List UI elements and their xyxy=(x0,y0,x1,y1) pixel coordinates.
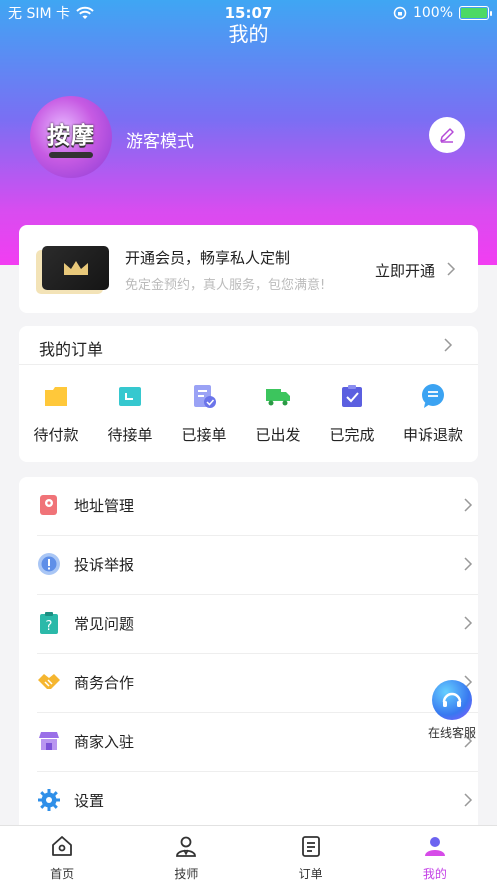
vip-banner[interactable]: 开通会员，畅享私人定制 免定金预约，真人服务，包您满意! 立即开通 xyxy=(19,225,478,313)
shop-icon xyxy=(39,732,59,750)
svg-text:?: ? xyxy=(46,619,53,634)
chevron-right-icon xyxy=(464,498,473,512)
order-status-label: 待接单 xyxy=(107,426,153,444)
handshake-icon xyxy=(38,674,60,689)
menu-item-label: 投诉举报 xyxy=(74,556,135,574)
order-icon xyxy=(301,836,320,857)
order-status-accepted[interactable]: 已接单 xyxy=(167,382,241,445)
menu-item-label: 商务合作 xyxy=(74,674,135,692)
accepted-icon xyxy=(194,385,216,408)
tab-technician[interactable]: 技师 xyxy=(124,826,248,883)
divider xyxy=(19,364,478,365)
order-status-pending-accept[interactable]: 待接单 xyxy=(93,382,167,445)
chat-icon xyxy=(422,384,444,408)
location-icon xyxy=(40,495,57,515)
vip-open-button[interactable]: 立即开通 xyxy=(375,260,435,281)
question-icon: ? xyxy=(40,612,58,634)
truck-icon xyxy=(266,389,290,406)
technician-icon xyxy=(176,836,197,857)
menu-item-settings[interactable]: 设置 xyxy=(19,772,478,831)
orders-header[interactable]: 我的订单 xyxy=(39,336,103,360)
wallet-icon xyxy=(45,387,67,406)
tab-label: 技师 xyxy=(174,867,199,881)
chevron-right-icon xyxy=(464,557,473,571)
menu-item-label: 地址管理 xyxy=(74,497,135,515)
menu-item-complaint[interactable]: 投诉举报 xyxy=(19,536,478,595)
menu-item-merchant[interactable]: 商家入驻 xyxy=(19,713,478,772)
pencil-icon xyxy=(440,128,454,143)
tab-label: 首页 xyxy=(50,867,75,881)
my-orders-panel: 我的订单 待付款 待接单 已接单 已出发 已完成 申诉退款 xyxy=(19,326,478,462)
order-status-pending-payment[interactable]: 待付款 xyxy=(19,382,93,445)
page-title: 我的 xyxy=(228,22,269,46)
chevron-right-icon xyxy=(464,616,473,630)
online-customer-service-button[interactable]: 在线客服 xyxy=(422,680,482,741)
order-status-departed[interactable]: 已出发 xyxy=(241,382,315,445)
customer-service-label: 在线客服 xyxy=(427,726,476,740)
menu-item-business[interactable]: 商务合作 xyxy=(19,654,478,713)
tab-label: 订单 xyxy=(298,867,323,881)
pending-icon xyxy=(119,387,141,406)
gear-icon xyxy=(38,789,60,811)
avatar[interactable]: 按摩 xyxy=(30,96,112,178)
order-status-label: 已完成 xyxy=(329,426,375,444)
tab-profile[interactable]: 我的 xyxy=(373,826,497,883)
chevron-right-icon xyxy=(464,793,473,807)
menu-item-label: 常见问题 xyxy=(74,615,135,633)
avatar-logo-text: 按摩 xyxy=(47,123,95,149)
menu-item-faq[interactable]: ? 常见问题 xyxy=(19,595,478,654)
chevron-right-icon xyxy=(447,262,456,276)
home-icon xyxy=(52,836,73,856)
vip-subtitle: 免定金预约，真人服务，包您满意! xyxy=(125,278,326,293)
report-icon xyxy=(38,553,60,575)
vip-title: 开通会员，畅享私人定制 xyxy=(125,249,291,267)
tab-orders[interactable]: 订单 xyxy=(249,826,373,883)
order-status-refund[interactable]: 申诉退款 xyxy=(396,382,470,445)
settings-menu: 地址管理 投诉举报 ? 常见问题 商务合作 商家入驻 设置 xyxy=(19,477,478,827)
nickname[interactable]: 游客模式 xyxy=(126,127,194,152)
order-status-label: 申诉退款 xyxy=(402,426,463,444)
avatar-logo-bar xyxy=(49,152,93,158)
headset-icon xyxy=(432,680,472,720)
order-status-label: 已出发 xyxy=(255,426,301,444)
menu-item-label: 设置 xyxy=(74,792,105,810)
profile-icon xyxy=(424,837,445,856)
completed-icon xyxy=(342,385,362,407)
crown-icon xyxy=(63,261,88,275)
chevron-right-icon[interactable] xyxy=(443,338,453,352)
bottom-tab-bar: 首页 技师 订单 我的 xyxy=(0,825,497,883)
menu-item-label: 商家入驻 xyxy=(74,733,135,751)
order-status-completed[interactable]: 已完成 xyxy=(315,382,389,445)
edit-profile-button[interactable] xyxy=(429,117,465,153)
menu-item-address[interactable]: 地址管理 xyxy=(19,477,478,536)
order-status-label: 待付款 xyxy=(33,426,79,444)
order-status-label: 已接单 xyxy=(181,426,227,444)
tab-label: 我的 xyxy=(422,867,447,881)
vip-card-icon xyxy=(42,246,109,290)
tab-home[interactable]: 首页 xyxy=(0,826,124,883)
